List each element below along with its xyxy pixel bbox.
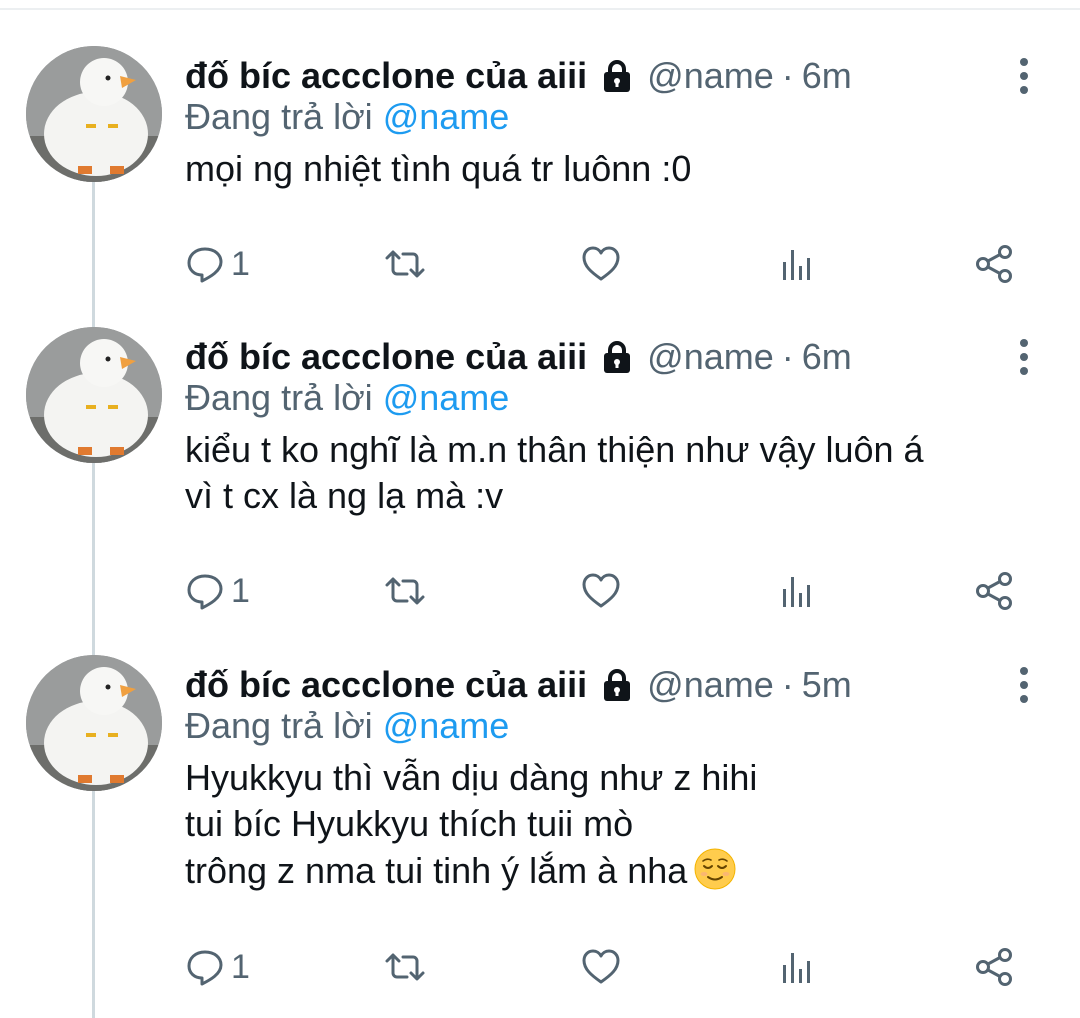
separator: · xyxy=(781,55,794,96)
analytics-icon xyxy=(783,953,810,983)
separator: · xyxy=(781,336,794,377)
separator: · xyxy=(781,664,794,705)
retweet-button[interactable] xyxy=(383,569,427,613)
share-button[interactable] xyxy=(975,569,1015,613)
reply-bubble-icon xyxy=(187,247,223,283)
replying-to: Đang trả lời @name xyxy=(185,705,509,747)
timestamp[interactable]: 6m xyxy=(802,336,852,378)
avatar[interactable] xyxy=(26,46,162,182)
heart-icon xyxy=(582,573,620,608)
analytics-button[interactable] xyxy=(779,242,815,286)
tweet-text: mọi ng nhiệt tình quá tr luônn :0 xyxy=(185,148,692,189)
display-name[interactable]: đố bíc accclone của aiii xyxy=(185,336,587,378)
replying-mention[interactable]: @name xyxy=(383,705,510,746)
replying-to: Đang trả lời @name xyxy=(185,96,509,138)
more-vertical-icon[interactable] xyxy=(1010,56,1038,96)
more-vertical-icon[interactable] xyxy=(1010,665,1038,705)
retweet-button[interactable] xyxy=(383,242,427,286)
share-icon xyxy=(976,245,1012,283)
retweet-icon xyxy=(385,577,425,605)
user-handle[interactable]: @name xyxy=(647,55,774,97)
tweet-text: Hyukkyu thì vẫn dịu dàng như z hihi tui … xyxy=(185,755,1005,894)
replying-prefix: Đang trả lời xyxy=(185,377,373,418)
analytics-icon xyxy=(783,250,810,280)
more-vertical-icon[interactable] xyxy=(1010,337,1038,377)
heart-icon xyxy=(582,246,620,281)
heart-icon xyxy=(582,949,620,984)
replying-to: Đang trả lời @name xyxy=(185,377,509,419)
analytics-icon xyxy=(783,577,810,607)
retweet-button[interactable] xyxy=(383,945,427,989)
replying-mention[interactable]: @name xyxy=(383,96,510,137)
analytics-button[interactable] xyxy=(779,569,815,613)
timestamp[interactable]: 5m xyxy=(802,664,852,706)
reply-count: 1 xyxy=(231,571,250,610)
share-button[interactable] xyxy=(975,945,1015,989)
share-icon xyxy=(976,948,1012,986)
reply-bubble-icon xyxy=(187,574,223,610)
reply-button[interactable]: 1 xyxy=(185,945,250,989)
reply-button[interactable]: 1 xyxy=(185,569,250,613)
share-icon xyxy=(976,572,1012,610)
relieved-face-emoji-icon xyxy=(694,848,736,890)
retweet-icon xyxy=(385,250,425,278)
like-button[interactable] xyxy=(581,945,621,989)
retweet-icon xyxy=(385,953,425,981)
replying-prefix: Đang trả lời xyxy=(185,96,373,137)
replying-prefix: Đang trả lời xyxy=(185,705,373,746)
avatar[interactable] xyxy=(26,327,162,463)
like-button[interactable] xyxy=(581,242,621,286)
reply-bubble-icon xyxy=(187,950,223,986)
user-handle[interactable]: @name xyxy=(647,336,774,378)
display-name[interactable]: đố bíc accclone của aiii xyxy=(185,664,587,706)
reply-count: 1 xyxy=(231,244,250,283)
reply-button[interactable]: 1 xyxy=(185,242,250,286)
display-name[interactable]: đố bíc accclone của aiii xyxy=(185,55,587,97)
avatar[interactable] xyxy=(26,655,162,791)
tweet-text-content: Hyukkyu thì vẫn dịu dàng như z hihi tui … xyxy=(185,757,758,891)
lock-icon xyxy=(604,341,631,373)
timestamp[interactable]: 6m xyxy=(802,55,852,97)
top-divider xyxy=(0,8,1080,10)
tweet-actions: 1 xyxy=(185,945,1025,989)
tweet-text: kiểu t ko nghĩ là m.n thân thiện như vậy… xyxy=(185,429,924,516)
lock-icon xyxy=(604,60,631,92)
replying-mention[interactable]: @name xyxy=(383,377,510,418)
user-handle[interactable]: @name xyxy=(647,664,774,706)
like-button[interactable] xyxy=(581,569,621,613)
lock-icon xyxy=(604,669,631,701)
analytics-button[interactable] xyxy=(779,945,815,989)
share-button[interactable] xyxy=(975,242,1015,286)
reply-count: 1 xyxy=(231,947,250,986)
tweet-actions: 1 xyxy=(185,242,1025,286)
thread-line xyxy=(92,180,95,1018)
tweet-actions: 1 xyxy=(185,569,1025,613)
